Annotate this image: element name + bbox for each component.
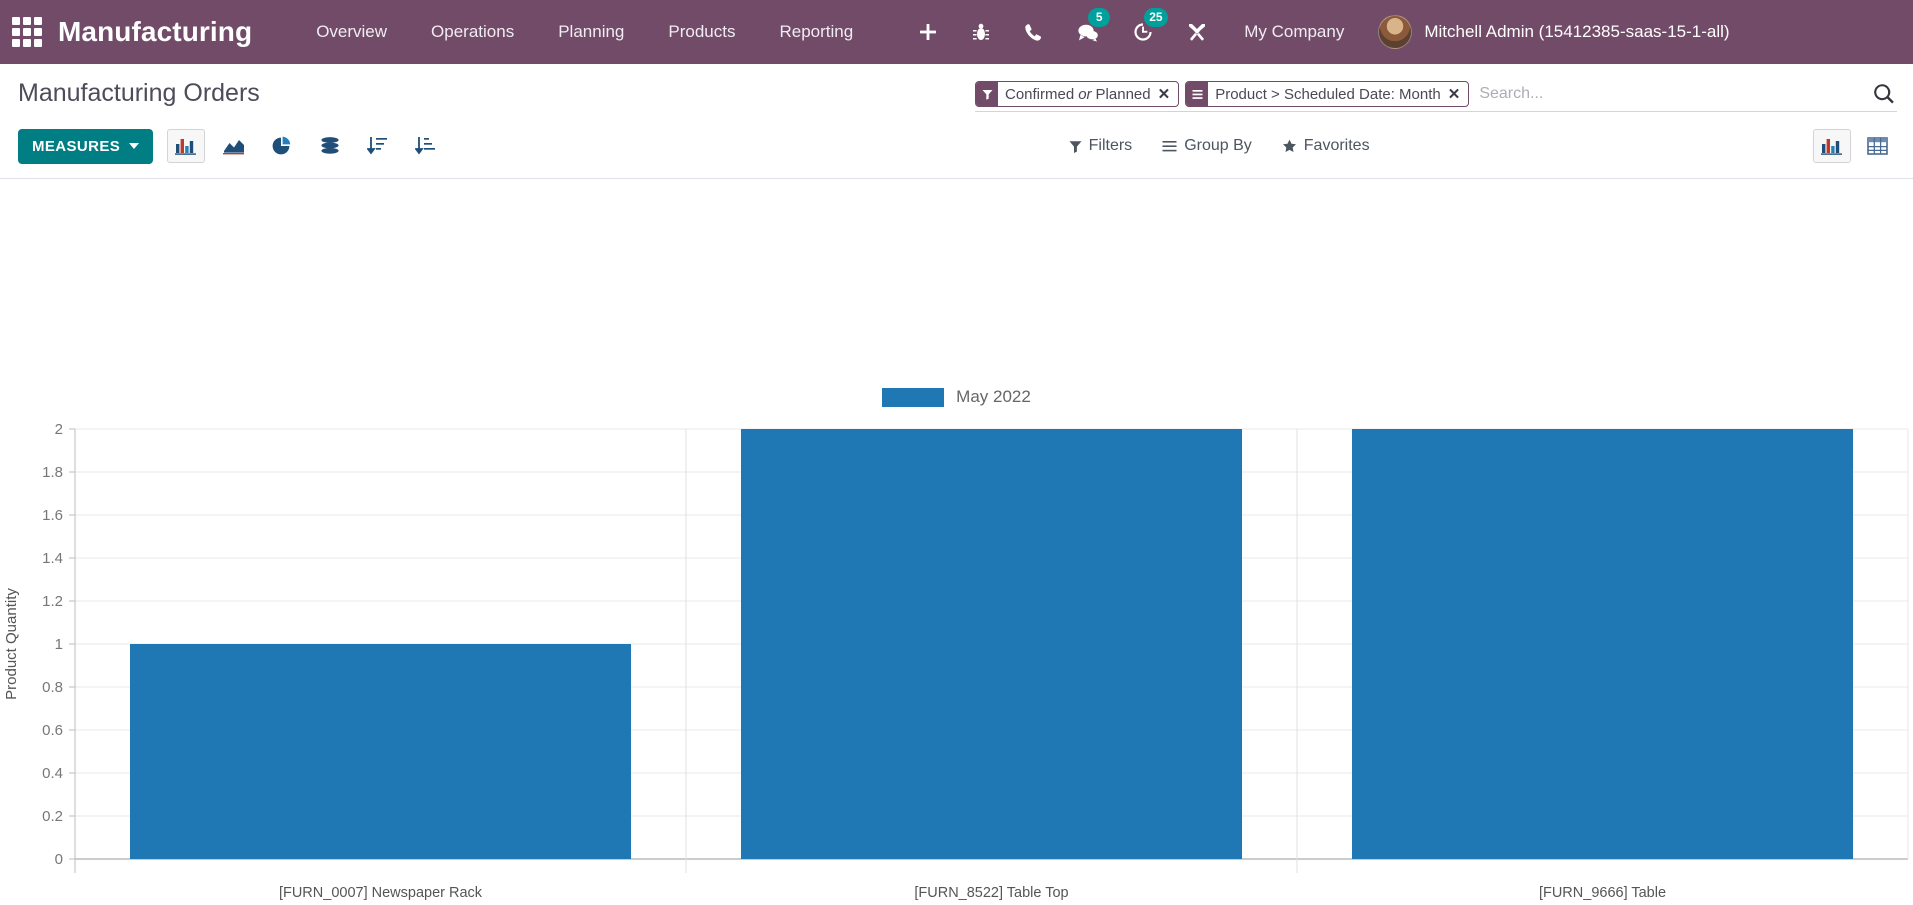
group-by-label: Group By	[1184, 137, 1252, 154]
facet-groupby-close-icon[interactable]: ✕	[1448, 82, 1469, 106]
search-facet-filter-label: Confirmed or Planned	[998, 82, 1158, 106]
pivot-view-icon[interactable]	[1859, 129, 1897, 163]
bar-chart-icon[interactable]	[167, 129, 206, 163]
filter-icon	[976, 82, 998, 106]
graph-view-container: May 2022 0 0.2 0.4 0.6 0.8 1 1.2 1.4 1.6 1.8 2 [FUR…	[0, 179, 1913, 905]
tools-icon[interactable]	[1170, 0, 1224, 64]
search-facet-filter[interactable]: Confirmed or Planned ✕	[975, 81, 1180, 107]
app-brand-title[interactable]: Manufacturing	[58, 16, 252, 48]
facet-filter-text-post: Planned	[1095, 85, 1151, 103]
menu-reporting[interactable]: Reporting	[757, 0, 875, 64]
legend-swatch-may-2022[interactable]	[882, 387, 945, 407]
avatar	[1378, 15, 1413, 49]
group-by-icon	[1186, 82, 1209, 106]
search-facet-groupby[interactable]: Product > Scheduled Date: Month ✕	[1185, 81, 1470, 107]
filters-dropdown[interactable]: Filters	[1069, 137, 1133, 155]
phone-icon[interactable]	[1007, 0, 1060, 64]
y-tick-label: 0.8	[42, 679, 63, 696]
activities-badge: 25	[1144, 8, 1168, 27]
facet-filter-close-icon[interactable]: ✕	[1158, 82, 1179, 106]
y-tick-label: 0.2	[42, 808, 63, 825]
star-icon	[1282, 139, 1296, 152]
filter-icon	[1069, 140, 1082, 153]
y-tick-label: 1.8	[42, 464, 63, 481]
menu-planning[interactable]: Planning	[536, 0, 646, 64]
filters-label: Filters	[1088, 137, 1133, 154]
measures-button-label: MEASURES	[32, 137, 121, 155]
top-navbar: Manufacturing Overview Operations Planni…	[0, 0, 1913, 64]
bug-icon[interactable]	[955, 0, 1007, 64]
y-tick-label: 1.4	[42, 550, 63, 567]
group-by-icon	[1162, 140, 1177, 151]
chart-legend: May 2022	[0, 387, 1913, 407]
menu-overview[interactable]: Overview	[294, 0, 409, 64]
chevron-down-icon	[129, 143, 140, 149]
apps-grid-icon[interactable]	[10, 15, 44, 49]
y-tick-label: 0.4	[42, 765, 63, 782]
user-menu[interactable]: Mitchell Admin (15412385-saas-15-1-all)	[1378, 15, 1730, 49]
bar-chart[interactable]: 0 0.2 0.4 0.6 0.8 1 1.2 1.4 1.6 1.8 2 [FURN_0007] N…	[0, 179, 1913, 905]
search-facet-groupby-label: Product > Scheduled Date: Month	[1208, 82, 1448, 106]
control-panel: Manufacturing Orders Confirmed or Planne…	[0, 64, 1913, 179]
plus-icon[interactable]	[901, 0, 955, 64]
facet-filter-text-pre: Confirmed	[1005, 85, 1075, 103]
pie-chart-icon[interactable]	[263, 129, 301, 163]
company-switcher[interactable]: My Company	[1224, 0, 1364, 64]
measures-button[interactable]: MEASURES	[18, 128, 154, 164]
stacked-database-icon[interactable]	[311, 129, 349, 163]
search-dropdown-group: Filters Group By Favorites	[899, 137, 1370, 155]
search-submit-button[interactable]	[1863, 83, 1897, 105]
group-by-dropdown[interactable]: Group By	[1162, 137, 1252, 155]
bar[interactable]	[1351, 429, 1854, 859]
y-tick-label: 0.6	[42, 722, 63, 739]
y-tick-label: 2	[55, 421, 63, 438]
y-tick-label: 0	[55, 851, 63, 868]
menu-products[interactable]: Products	[646, 0, 757, 64]
messages-icon[interactable]: 5	[1060, 0, 1116, 64]
chart-type-button-group	[167, 129, 455, 163]
page-title: Manufacturing Orders	[18, 79, 260, 107]
favorites-label: Favorites	[1303, 137, 1370, 154]
view-switcher	[1812, 129, 1897, 163]
x-tick-label: [FURN_8522] Table Top	[914, 885, 1068, 901]
facet-filter-text-em: or	[1078, 85, 1092, 103]
y-tick-label: 1.6	[42, 507, 63, 524]
y-tick-label: 1.2	[42, 593, 63, 610]
y-axis-title: Product Quantity	[3, 588, 20, 700]
activities-clock-icon[interactable]: 25	[1116, 0, 1170, 64]
line-chart-icon[interactable]	[215, 129, 253, 163]
bar[interactable]	[129, 644, 632, 859]
y-tick-label: 1	[55, 636, 63, 653]
search-input[interactable]	[1475, 85, 1863, 103]
sort-ascending-icon[interactable]	[407, 129, 445, 163]
bar[interactable]	[740, 429, 1243, 859]
search-bar[interactable]: Confirmed or Planned ✕ Product > Schedul…	[975, 78, 1897, 112]
legend-label-may-2022[interactable]: May 2022	[956, 387, 1031, 407]
favorites-dropdown[interactable]: Favorites	[1282, 137, 1370, 155]
menu-operations[interactable]: Operations	[409, 0, 536, 64]
x-tick-label: [FURN_9666] Table	[1539, 885, 1666, 901]
x-tick-label: [FURN_0007] Newspaper Rack	[279, 885, 483, 901]
facet-groupby-text: Product > Scheduled Date: Month	[1215, 85, 1441, 103]
messages-badge: 5	[1088, 8, 1111, 27]
sort-descending-icon[interactable]	[359, 129, 397, 163]
user-name-label: Mitchell Admin (15412385-saas-15-1-all)	[1424, 22, 1730, 41]
graph-view-icon[interactable]	[1812, 129, 1851, 163]
